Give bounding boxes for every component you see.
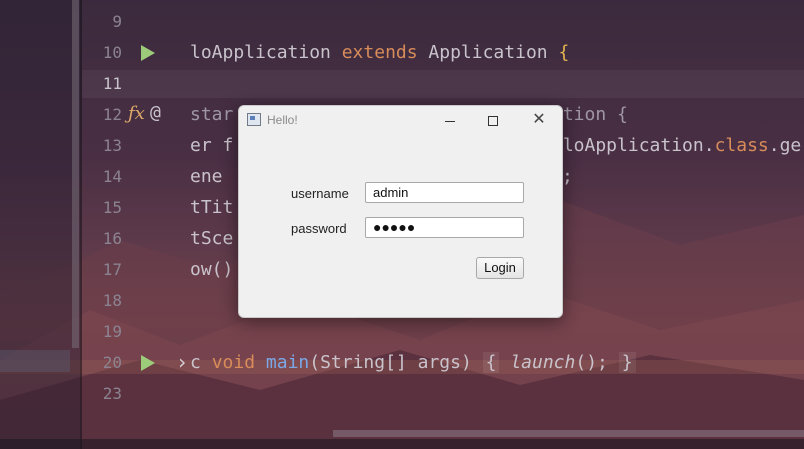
code-text: c <box>190 352 212 373</box>
code-text: ow() <box>190 259 234 280</box>
horizontal-scrollbar[interactable] <box>333 430 804 437</box>
login-button[interactable]: Login <box>476 257 524 279</box>
code-line-14-tail[interactable]: ; <box>562 167 573 187</box>
password-field[interactable]: ●●●●● <box>365 217 524 238</box>
code-line-12-tail[interactable]: ation { <box>552 105 628 125</box>
username-field[interactable]: admin <box>365 182 524 203</box>
line-number: 17 <box>102 260 122 279</box>
code-text: Application <box>417 42 559 63</box>
code-line-17[interactable]: ow() <box>190 260 233 280</box>
annotation-icon[interactable]: @ <box>150 102 161 123</box>
line-number: 11 <box>102 74 122 93</box>
run-main-icon[interactable] <box>141 355 155 371</box>
keyword-extends: extends <box>341 42 418 63</box>
minimize-button[interactable] <box>439 110 461 130</box>
code-text: (String[] args) <box>309 352 483 373</box>
maximize-button[interactable] <box>482 110 504 130</box>
line-number: 19 <box>102 322 122 341</box>
line-number: 10 <box>102 43 122 62</box>
code-line-14[interactable]: ene <box>190 167 223 187</box>
code-brace: { <box>558 42 570 63</box>
keyword-void: void <box>211 352 256 373</box>
line-number: 14 <box>102 167 122 186</box>
current-line-highlight <box>82 70 804 98</box>
window-icon <box>247 113 261 126</box>
username-label: username <box>291 186 349 201</box>
password-label: password <box>291 221 347 236</box>
line-number: 9 <box>112 12 122 31</box>
login-dialog: Hello! ✕ username admin password ●●●●● L… <box>238 105 563 318</box>
code-text: er f <box>190 135 234 156</box>
code-text: star <box>190 104 234 125</box>
chevron-right-icon[interactable]: › <box>176 350 188 374</box>
keyword-class: class <box>714 135 769 156</box>
close-button[interactable]: ✕ <box>528 110 550 130</box>
line-number: 13 <box>102 136 122 155</box>
project-panel <box>0 0 80 449</box>
method-name: main <box>265 352 310 373</box>
dialog-titlebar[interactable]: Hello! ✕ <box>239 106 562 134</box>
folded-close-brace: } <box>618 352 636 373</box>
code-text: ation { <box>552 104 628 125</box>
code-text: tSce <box>190 228 234 249</box>
minimize-icon <box>445 120 455 122</box>
code-text: lloApplication. <box>552 135 715 156</box>
maximize-icon <box>488 116 498 127</box>
folded-open-brace: { <box>482 352 500 373</box>
code-text: loApplication <box>190 42 342 63</box>
status-bar <box>0 439 804 449</box>
code-text: (); <box>575 352 608 373</box>
method-call: launch <box>510 352 576 373</box>
line-number: 20 <box>102 353 122 372</box>
code-line-12[interactable]: star <box>190 105 233 125</box>
code-text: ene <box>190 166 223 187</box>
panel-scrollbar[interactable] <box>72 0 79 348</box>
code-line-10[interactable]: loApplication extends Application { <box>190 43 569 63</box>
line-number: 16 <box>102 229 122 248</box>
code-line-16[interactable]: tSce <box>190 229 233 249</box>
dialog-title: Hello! <box>267 113 298 127</box>
code-text: tTit <box>190 197 234 218</box>
line-number: 18 <box>102 291 122 310</box>
line-number: 12 <box>102 105 122 124</box>
panel-divider[interactable] <box>80 0 82 449</box>
close-icon: ✕ <box>532 111 546 128</box>
code-line-13-tail[interactable]: lloApplication.class.ge <box>552 136 801 156</box>
override-method-icon[interactable]: ƒx <box>128 103 145 124</box>
run-class-icon[interactable] <box>141 45 155 61</box>
line-number: 15 <box>102 198 122 217</box>
code-line-13[interactable]: er f <box>190 136 233 156</box>
panel-selected-row[interactable] <box>0 350 70 372</box>
code-text: .ge <box>768 135 802 156</box>
code-line-15[interactable]: tTit <box>190 198 233 218</box>
line-number: 23 <box>102 384 122 403</box>
code-text: ; <box>562 166 573 187</box>
code-line-20[interactable]: c void main(String[] args) { launch(); } <box>190 352 636 373</box>
